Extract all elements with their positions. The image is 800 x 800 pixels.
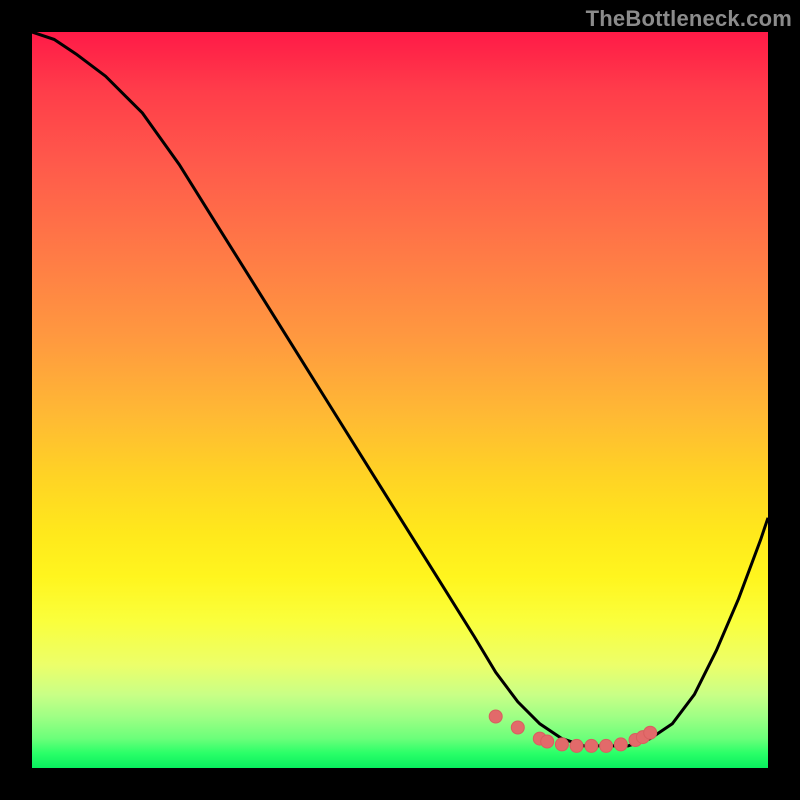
highlight-dot xyxy=(541,735,554,748)
chart-frame: TheBottleneck.com xyxy=(0,0,800,800)
highlight-dot xyxy=(570,739,583,752)
highlight-dot xyxy=(555,738,568,751)
highlight-dot xyxy=(614,738,627,751)
highlight-dot xyxy=(644,726,657,739)
highlight-dot xyxy=(489,710,502,723)
plot-area xyxy=(32,32,768,768)
curve-line xyxy=(32,32,768,746)
highlight-dot xyxy=(511,721,524,734)
bottleneck-curve xyxy=(32,32,768,768)
highlight-dot xyxy=(600,739,613,752)
watermark-text: TheBottleneck.com xyxy=(586,6,792,32)
highlight-dot xyxy=(585,739,598,752)
